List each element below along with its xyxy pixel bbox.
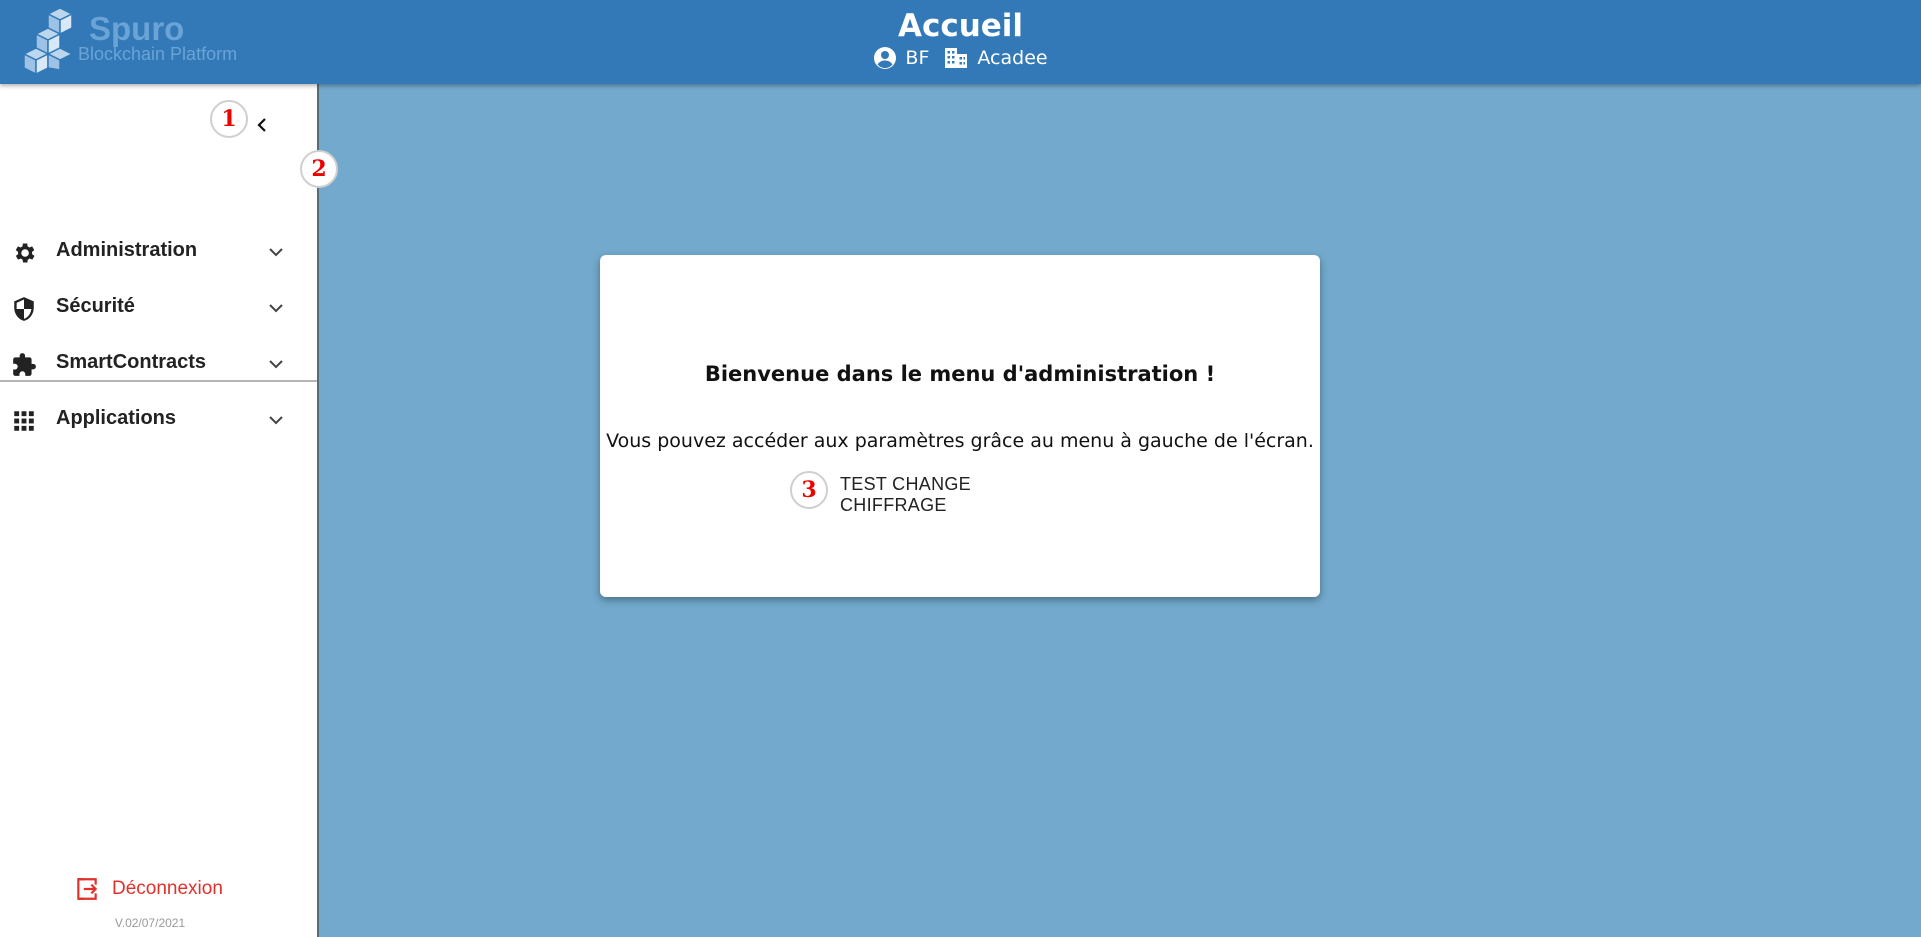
- sidebar-item-label: Applications: [56, 407, 177, 429]
- top-app-bar: Spuro Blockchain Platform Accueil BF Aca…: [0, 0, 1921, 84]
- sidebar-item-administration[interactable]: Administration: [0, 224, 317, 280]
- sidebar-item-label: SmartContracts: [56, 351, 207, 373]
- header-context: BF Acadee: [0, 46, 1921, 70]
- annotation-marker-1: 1: [210, 100, 248, 138]
- sidebar-item-smartcontracts[interactable]: SmartContracts: [0, 336, 317, 392]
- logout-label: Déconnexion: [112, 878, 223, 899]
- welcome-card: Bienvenue dans le menu d'administration …: [600, 255, 1320, 597]
- logout-icon: [77, 878, 98, 900]
- user-initials: BF: [905, 47, 930, 69]
- organization-name: Acadee: [977, 47, 1048, 69]
- chevron-down-icon: [269, 360, 283, 369]
- app-version: V.02/07/2021: [114, 916, 186, 930]
- page-title: Accueil: [897, 8, 1024, 44]
- current-organization: Acadee: [943, 46, 1048, 70]
- sidebar: Administration Sécurité SmartContracts A…: [0, 84, 319, 937]
- annotation-marker-2: 2: [300, 150, 338, 188]
- annotation-marker-3: 3: [790, 471, 828, 509]
- sidebar-divider: [0, 380, 317, 382]
- welcome-title: Bienvenue dans le menu d'administration …: [704, 362, 1216, 386]
- shield-icon: [14, 297, 34, 321]
- collapse-sidebar-button[interactable]: [251, 114, 273, 136]
- gear-icon: [15, 243, 35, 263]
- building-icon: [945, 48, 968, 68]
- apps-grid-icon: [14, 411, 34, 431]
- chevron-left-icon: [257, 118, 266, 132]
- chevron-down-icon: [269, 248, 283, 257]
- account-circle-icon: [874, 47, 897, 69]
- sidebar-item-applications[interactable]: Applications: [0, 392, 317, 448]
- sidebar-item-securite[interactable]: Sécurité: [0, 280, 317, 336]
- chevron-down-icon: [269, 416, 283, 425]
- puzzle-icon: [13, 353, 36, 376]
- logout-button[interactable]: Déconnexion: [74, 876, 223, 902]
- sidebar-item-label: Sécurité: [56, 295, 135, 317]
- current-user: BF: [873, 46, 929, 70]
- chevron-down-icon: [269, 304, 283, 313]
- welcome-text: Vous pouvez accéder aux paramètres grâce…: [606, 430, 1314, 452]
- test-change-chiffrage-button[interactable]: TEST CHANGE CHIFFRAGE: [840, 474, 1080, 515]
- sidebar-item-label: Administration: [56, 239, 198, 261]
